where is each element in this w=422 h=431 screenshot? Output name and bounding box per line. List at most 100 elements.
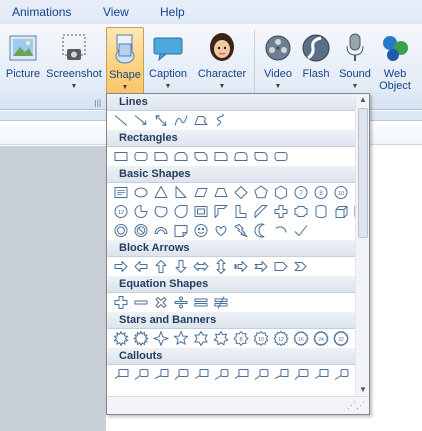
shape-plus-icon[interactable]: [111, 293, 131, 312]
shape-cube-icon[interactable]: [331, 202, 351, 221]
shape-hexagon-icon[interactable]: [271, 183, 291, 202]
shape-chevron-icon[interactable]: [291, 257, 311, 276]
shape-l-shape-icon[interactable]: [231, 202, 251, 221]
shape-right-triangle-icon[interactable]: [171, 183, 191, 202]
shape-pentagon-icon[interactable]: [251, 183, 271, 202]
menu-help[interactable]: Help: [160, 5, 185, 19]
shape-divide-icon[interactable]: [171, 293, 191, 312]
shape-arrow-icon[interactable]: [131, 111, 151, 130]
shape-line-callout-10-icon[interactable]: [291, 365, 311, 384]
shape-star-16-icon[interactable]: 16: [291, 329, 311, 348]
picture-button[interactable]: Picture: [2, 27, 44, 109]
shape-frame-icon[interactable]: [191, 202, 211, 221]
shape-parallelogram-icon[interactable]: [191, 183, 211, 202]
shape-line-callout-8-icon[interactable]: [251, 365, 271, 384]
shape-dodecagon-icon[interactable]: 12: [111, 202, 131, 221]
shape-pentagon-arrow-icon[interactable]: [271, 257, 291, 276]
shape-right-arrow-icon[interactable]: [111, 257, 131, 276]
shape-no-symbol-icon[interactable]: [131, 221, 151, 240]
scroll-up-arrow-icon[interactable]: ▲: [356, 94, 370, 106]
shape-teardrop-icon[interactable]: [171, 202, 191, 221]
shape-explosion-1-icon[interactable]: [111, 329, 131, 348]
shape-left-arrow-icon[interactable]: [131, 257, 151, 276]
shape-down-arrow-icon[interactable]: [171, 257, 191, 276]
scroll-down-arrow-icon[interactable]: ▼: [356, 384, 370, 396]
shape-can-icon[interactable]: [311, 202, 331, 221]
shape-round-one-icon[interactable]: [211, 147, 231, 166]
shape-snip-diag-icon[interactable]: [191, 147, 211, 166]
shape-line-callout-6-icon[interactable]: [211, 365, 231, 384]
shape-heptagon-icon[interactable]: 7: [291, 183, 311, 202]
shape-up-down-arrow-icon[interactable]: [211, 257, 231, 276]
shape-line-callout-2-icon[interactable]: [131, 365, 151, 384]
shape-rect-icon[interactable]: [111, 147, 131, 166]
slide-canvas-area[interactable]: [0, 146, 106, 431]
shape-star-5-icon[interactable]: [171, 329, 191, 348]
shape-star-4-icon[interactable]: [151, 329, 171, 348]
shape-round-diag-icon[interactable]: [251, 147, 271, 166]
shape-striped-right-arrow-icon[interactable]: [231, 257, 251, 276]
shape-star-7-icon[interactable]: [211, 329, 231, 348]
shape-freeform-icon[interactable]: [191, 111, 211, 130]
shape-left-right-arrow-icon[interactable]: [191, 257, 211, 276]
resize-grip[interactable]: ⋰⋰: [107, 396, 369, 414]
shape-star-8-icon[interactable]: 8: [231, 329, 251, 348]
shape-moon-icon[interactable]: [251, 221, 271, 240]
shape-star-24-icon[interactable]: 24: [311, 329, 331, 348]
shape-star-6-icon[interactable]: [191, 329, 211, 348]
shape-diagonal-stripe-icon[interactable]: [251, 202, 271, 221]
shape-block-arc-icon[interactable]: [151, 221, 171, 240]
shape-double-arrow-icon[interactable]: [151, 111, 171, 130]
shape-line-callout-7-icon[interactable]: [231, 365, 251, 384]
shape-line-callout-5-icon[interactable]: [191, 365, 211, 384]
shape-chord-icon[interactable]: [151, 202, 171, 221]
shape-plaque-icon[interactable]: [291, 202, 311, 221]
shape-line-callout-4-icon[interactable]: [171, 365, 191, 384]
menu-view[interactable]: View: [103, 5, 129, 19]
shape-rounded-rect-icon[interactable]: [271, 147, 291, 166]
shape-snip-two-icon[interactable]: [171, 147, 191, 166]
shape-arc-icon[interactable]: [271, 221, 291, 240]
shape-pie-icon[interactable]: [131, 202, 151, 221]
resize-grip-icon[interactable]: ⋰⋰: [347, 400, 365, 411]
shape-not-equal-icon[interactable]: [211, 293, 231, 312]
screenshot-button[interactable]: Screenshot ▼: [45, 27, 103, 109]
shape-curve-icon[interactable]: [171, 111, 191, 130]
shape-up-arrow-icon[interactable]: [151, 257, 171, 276]
shape-folded-corner-icon[interactable]: [171, 221, 191, 240]
shape-check-icon[interactable]: [291, 221, 311, 240]
shape-star-12-icon[interactable]: 12: [271, 329, 291, 348]
shape-line-callout-3-icon[interactable]: [151, 365, 171, 384]
shape-cross-icon[interactable]: [271, 202, 291, 221]
shape-star-10-icon[interactable]: 10: [251, 329, 271, 348]
shape-donut-icon[interactable]: [111, 221, 131, 240]
shape-line-callout-9-icon[interactable]: [271, 365, 291, 384]
shape-half-frame-icon[interactable]: [211, 202, 231, 221]
shape-line-callout-1-icon[interactable]: [111, 365, 131, 384]
menu-animations[interactable]: Animations: [12, 5, 71, 19]
shape-line-callout-11-icon[interactable]: [311, 365, 331, 384]
shape-line-callout-12-icon[interactable]: [331, 365, 351, 384]
shape-notched-arrow-icon[interactable]: [251, 257, 271, 276]
shape-equal-icon[interactable]: [191, 293, 211, 312]
shape-explosion-2-icon[interactable]: [131, 329, 151, 348]
gallery-scrollbar[interactable]: ▲ ▼: [355, 94, 369, 396]
shape-octagon-icon[interactable]: 8: [311, 183, 331, 202]
shape-lightning-icon[interactable]: [231, 221, 251, 240]
shape-triangle-icon[interactable]: [151, 183, 171, 202]
shape-multiply-icon[interactable]: [151, 293, 171, 312]
shape-star-32-icon[interactable]: 32: [331, 329, 351, 348]
shape-minus-icon[interactable]: [131, 293, 151, 312]
shape-text-box-icon[interactable]: [111, 183, 131, 202]
shape-diamond-icon[interactable]: [231, 183, 251, 202]
scroll-thumb[interactable]: [358, 108, 368, 238]
shape-rounded-rect-icon[interactable]: [131, 147, 151, 166]
shape-decagon-icon[interactable]: 10: [331, 183, 351, 202]
shape-scribble-icon[interactable]: [211, 111, 231, 130]
shape-heart-icon[interactable]: [211, 221, 231, 240]
shape-snip-one-icon[interactable]: [151, 147, 171, 166]
shape-line-icon[interactable]: [111, 111, 131, 130]
shape-oval-icon[interactable]: [131, 183, 151, 202]
web-object-button[interactable]: Web Object: [376, 27, 414, 109]
shape-trapezoid-icon[interactable]: [211, 183, 231, 202]
